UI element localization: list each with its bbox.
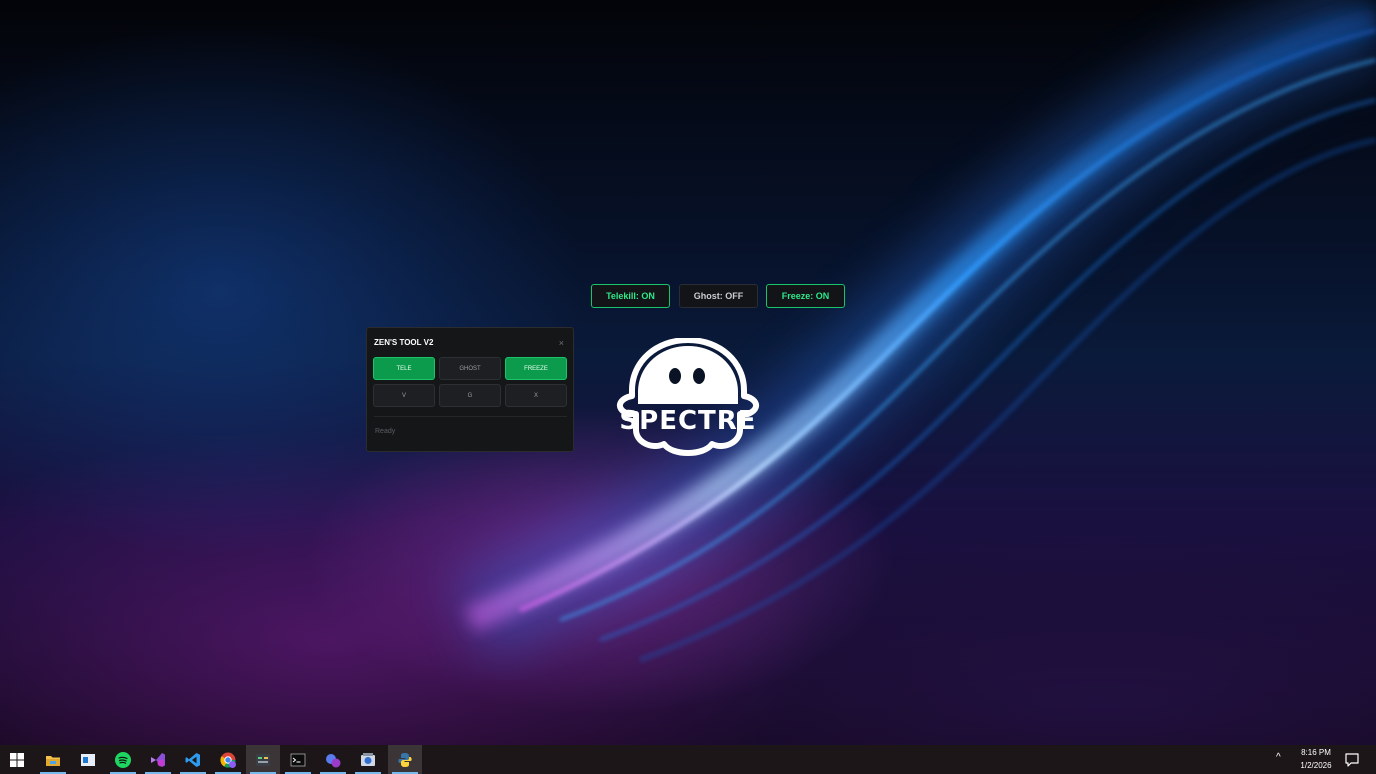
app-icon	[256, 753, 270, 766]
app-icon	[326, 753, 341, 767]
spectre-logo-text: SPECTRE	[619, 406, 757, 436]
taskbar-app-3[interactable]	[351, 745, 385, 774]
x-button[interactable]: X	[505, 384, 567, 407]
ghost-button[interactable]: GHOST	[439, 357, 501, 380]
windows-logo-icon	[10, 752, 24, 767]
spotify-icon	[115, 751, 131, 768]
visual-studio-icon	[151, 752, 165, 767]
chrome-icon	[220, 752, 236, 768]
tele-button[interactable]: TELE	[373, 357, 435, 380]
telekill-status-pill: Telekill: ON	[591, 284, 670, 308]
close-button[interactable]: ×	[559, 338, 564, 348]
notification-center-icon[interactable]	[1343, 751, 1361, 769]
ghost-status-pill: Ghost: OFF	[679, 284, 758, 308]
clock-date[interactable]: 1/2/2026	[1296, 761, 1336, 770]
python-icon	[398, 752, 412, 767]
freeze-status-pill: Freeze: ON	[766, 284, 845, 308]
folder-icon	[46, 755, 60, 766]
v-button[interactable]: V	[373, 384, 435, 407]
taskbar-app-2[interactable]	[316, 745, 350, 774]
taskbar-vscode[interactable]	[176, 745, 210, 774]
taskbar: ^ 8:16 PM 1/2/2026	[0, 745, 1376, 774]
g-button[interactable]: G	[439, 384, 501, 407]
taskbar-visual-studio[interactable]	[141, 745, 175, 774]
start-button[interactable]	[0, 745, 34, 774]
status-text: Ready	[375, 428, 396, 435]
divider	[374, 416, 567, 417]
taskbar-spotify[interactable]	[106, 745, 140, 774]
taskbar-chrome[interactable]	[211, 745, 245, 774]
terminal-icon	[290, 753, 306, 766]
app-icon	[361, 752, 375, 766]
tray-overflow-chevron-icon[interactable]: ^	[1276, 752, 1281, 763]
taskbar-app-1[interactable]	[246, 745, 280, 774]
vscode-icon	[185, 752, 200, 767]
tool-window-title: ZEN'S TOOL V2	[374, 338, 434, 347]
taskbar-terminal[interactable]	[281, 745, 315, 774]
taskbar-python[interactable]	[388, 745, 422, 774]
clock-time[interactable]: 8:16 PM	[1296, 748, 1336, 757]
freeze-button[interactable]: FREEZE	[505, 357, 567, 380]
ghost-logo-icon	[616, 338, 760, 456]
window-icon	[81, 753, 95, 766]
taskbar-file-explorer[interactable]	[36, 745, 70, 774]
taskbar-app-window[interactable]	[71, 745, 105, 774]
zens-tool-window: ZEN'S TOOL V2 × TELE GHOST FREEZE V G X …	[366, 327, 574, 452]
